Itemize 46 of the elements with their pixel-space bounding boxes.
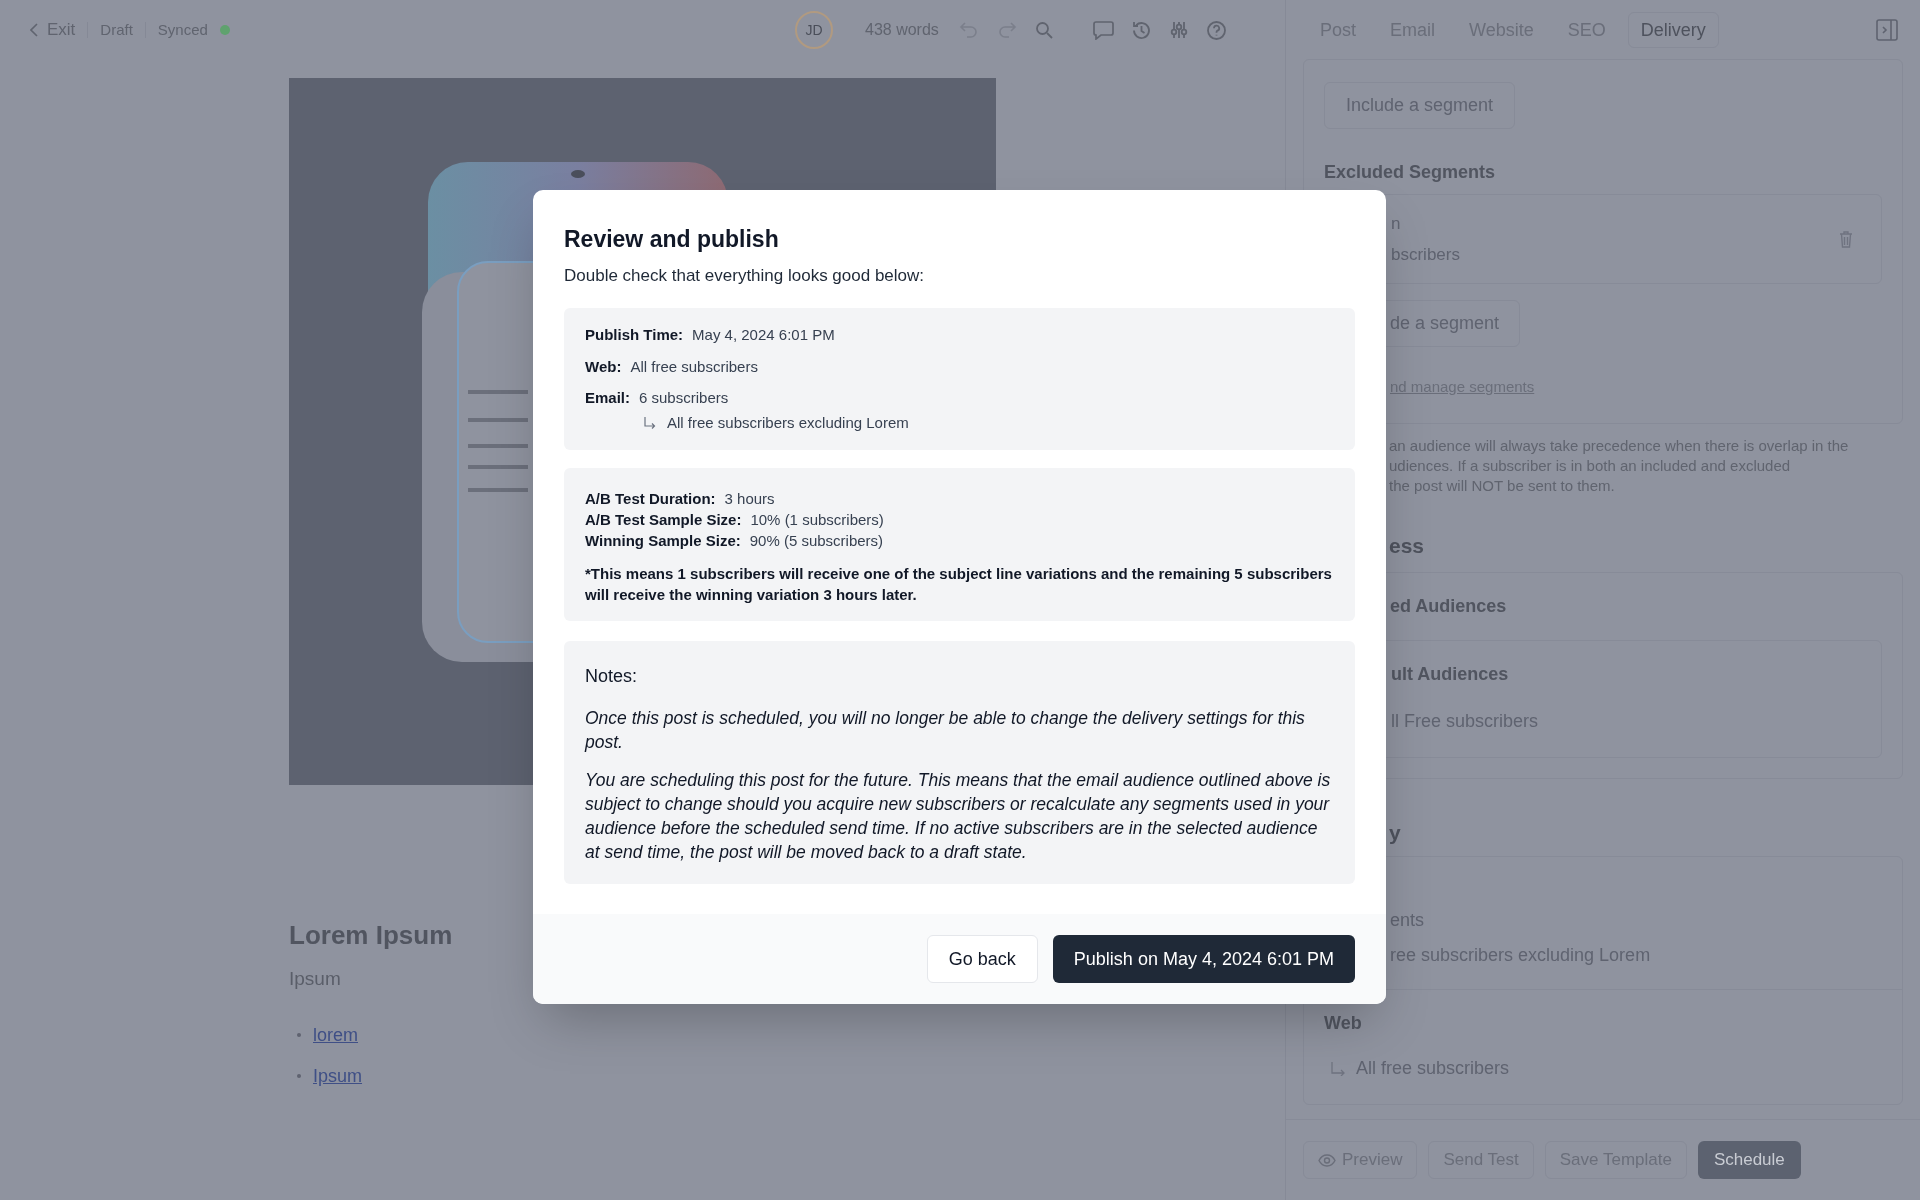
section-heading: y <box>1389 819 1401 846</box>
dialog-title: Review and publish <box>564 225 780 254</box>
content-link[interactable]: Ipsum <box>313 1062 363 1090</box>
user-avatar[interactable]: JD <box>795 11 833 49</box>
summary-label: Publish Time: <box>585 325 684 345</box>
notes-heading: Notes: <box>585 665 639 688</box>
content-link[interactable]: lorem <box>313 1021 358 1049</box>
comment-icon[interactable] <box>1092 20 1114 40</box>
audiences-heading: ed Audiences <box>1389 594 1508 618</box>
ab-test-value: 90% (5 subscribers) <box>749 531 884 551</box>
bullet-icon <box>297 1074 301 1078</box>
publish-button[interactable]: Publish on May 4, 2024 6:01 PM <box>1052 935 1355 983</box>
note-paragraph: Once this post is scheduled, you will no longer be able to change the delivery settings for this post. <box>585 707 1306 754</box>
summary-label: Web: <box>585 356 622 377</box>
summary-value: All free subscribers <box>630 356 758 377</box>
chevron-left-icon <box>30 23 39 37</box>
ab-test-label: A/B Test Sample Size: <box>585 510 742 530</box>
ab-test-label: A/B Test Duration: <box>585 489 716 509</box>
note-paragraph: You are scheduling this post for the future. This means that the email audience outlined above is subject to change should you acquire new subscribers or recalculate any segments used in your audience before the scheduled send time. If no active subscribers are in the selected audience at send time, the post will be moved back to a draft state. <box>585 769 1332 864</box>
post-heading: Lorem Ipsum <box>289 919 453 952</box>
summary-label: Email: <box>585 388 630 408</box>
go-back-button[interactable]: Go back <box>926 935 1038 983</box>
ab-test-label: Winning Sample Size: <box>585 531 741 551</box>
schedule-button[interactable]: Schedule <box>1697 1141 1801 1179</box>
section-heading: ess <box>1389 533 1425 559</box>
tab[interactable]: Delivery <box>1627 12 1719 48</box>
excluded-segments-heading: Excluded Segments <box>1324 161 1497 184</box>
sliders-icon[interactable] <box>1168 20 1189 40</box>
summary-value: May 4, 2024 6:01 PM <box>692 325 835 345</box>
help-icon[interactable] <box>1205 19 1227 41</box>
search-icon[interactable] <box>1034 21 1053 39</box>
ab-test-value: 3 hours <box>724 489 775 509</box>
sub-item-arrow-icon <box>1330 1061 1346 1076</box>
sidebar-toggle-icon[interactable] <box>1876 19 1898 41</box>
bullet-icon <box>297 1033 301 1037</box>
sub-item-arrow-icon <box>643 416 657 429</box>
ab-test-explanation: *This means 1 subscribers will receive one of the subject line variations and the remaining 5 subscribers will receive the winning variation 3 hours later. <box>585 564 1333 605</box>
trash-icon[interactable] <box>1839 230 1853 248</box>
ab-test-value: 10% (1 subscribers) <box>750 510 884 530</box>
default-audiences-heading: ult Audiences <box>1390 662 1510 686</box>
dialog-subtitle: Double check that everything looks good below: <box>564 264 926 287</box>
summary-value: All free subscribers excluding Lorem <box>667 412 909 433</box>
summary-value: 6 subscribers <box>639 388 729 408</box>
eye-icon <box>1318 1153 1336 1167</box>
web-label: Web <box>1324 1012 1363 1035</box>
history-icon[interactable] <box>1130 19 1152 41</box>
